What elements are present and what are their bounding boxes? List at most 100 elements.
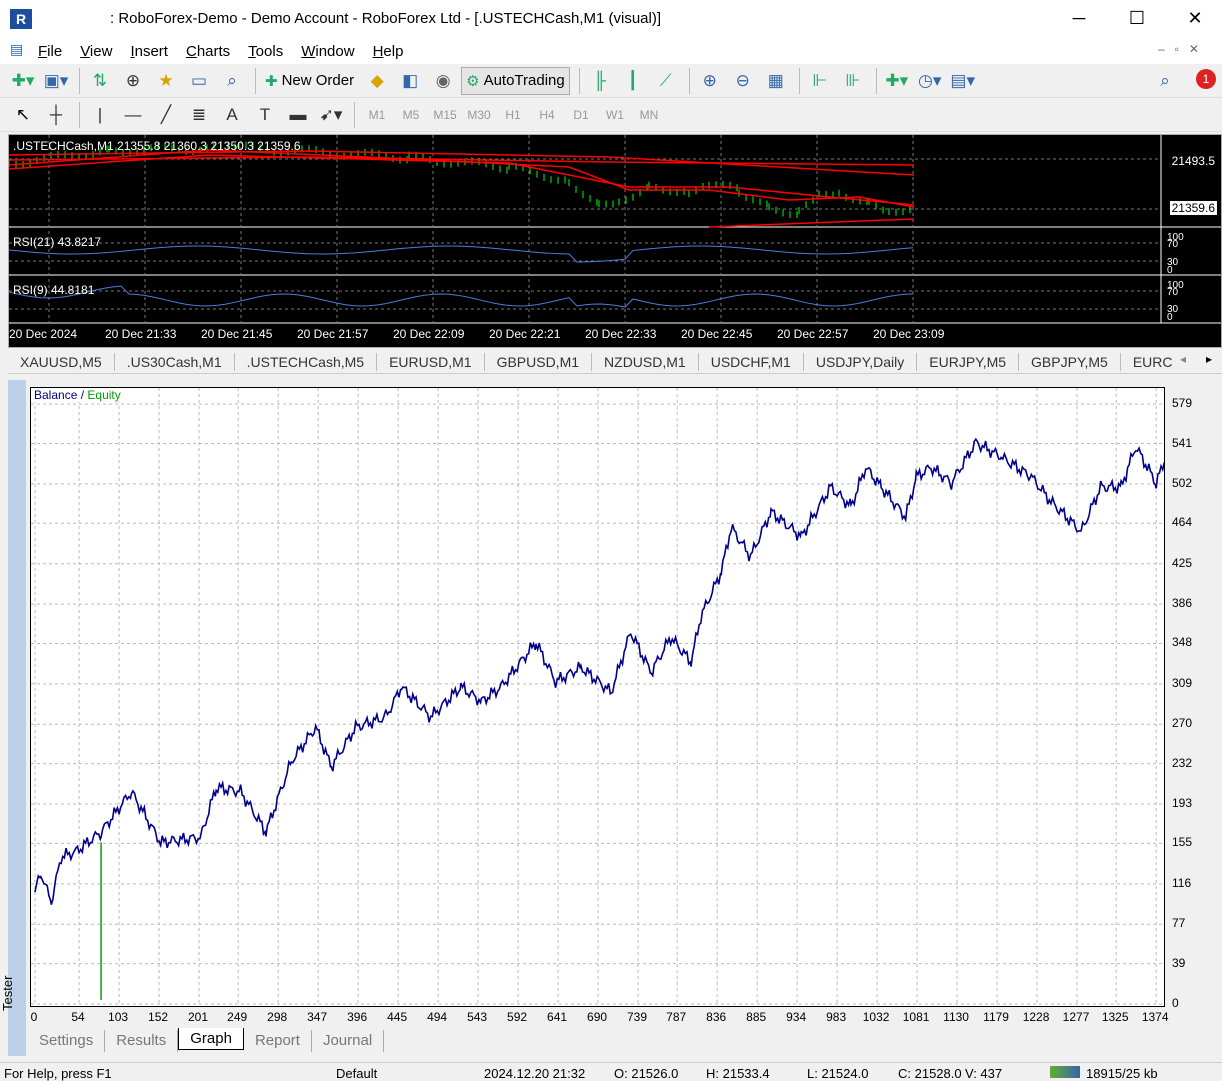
x-tick-label: 934 bbox=[786, 1010, 807, 1024]
new-chart-icon[interactable]: ✚▾ bbox=[8, 67, 38, 95]
child-window-controls[interactable]: – ▫ ✕ bbox=[1158, 42, 1199, 56]
menu-window[interactable]: Window bbox=[301, 43, 354, 60]
y-tick-label: 386 bbox=[1172, 596, 1193, 611]
timeframe-m30[interactable]: M30 bbox=[462, 108, 496, 122]
chart-shift-icon[interactable]: ⊪ bbox=[838, 67, 868, 95]
fibonacci-icon[interactable]: ≣ bbox=[184, 101, 214, 129]
chart-tab[interactable]: EURUSD,M1 bbox=[377, 352, 485, 371]
minimize-button[interactable]: ─ bbox=[1050, 0, 1108, 38]
new-order-icon: ✚ bbox=[265, 72, 278, 90]
chart-tab[interactable]: USDCHF,M1 bbox=[699, 352, 804, 371]
drawing-toolbar: ↖ ┼ | — ╱ ≣ A T ▬ ➹▾ M1 M5 M15 M30 H1 H4… bbox=[0, 98, 1222, 132]
status-volume: V: 437 bbox=[965, 1066, 1003, 1081]
chart-tab[interactable]: .USTECHCash,M5 bbox=[235, 352, 378, 371]
profiles-icon[interactable]: ▣▾ bbox=[41, 67, 71, 95]
horizontal-line-icon[interactable]: — bbox=[118, 101, 148, 129]
chart-tab[interactable]: GBPJPY,M5 bbox=[1019, 352, 1121, 371]
close-button[interactable]: ✕ bbox=[1166, 0, 1222, 38]
status-datetime: 2024.12.20 21:32 bbox=[484, 1066, 586, 1081]
separator bbox=[578, 67, 580, 94]
terminal-icon[interactable]: ▭ bbox=[184, 67, 214, 95]
time-axis-label: 20 Dec 22:21 bbox=[489, 327, 561, 341]
chart-tab[interactable]: GBPUSD,M1 bbox=[485, 352, 593, 371]
zoom-out-icon[interactable]: ⊖ bbox=[728, 67, 758, 95]
text-label-icon[interactable]: T bbox=[250, 101, 280, 129]
price-chart[interactable]: .USTECHCash,M1 21355.8 21360.3 21350.3 2… bbox=[8, 134, 1222, 348]
text-icon[interactable]: A bbox=[217, 101, 247, 129]
x-tick-label: 641 bbox=[547, 1010, 568, 1024]
x-tick-label: 543 bbox=[467, 1010, 488, 1024]
signals-icon[interactable]: ◉ bbox=[428, 67, 458, 95]
chart-tab[interactable]: EURJPY,M5 bbox=[917, 352, 1020, 371]
tile-windows-icon[interactable]: ▦ bbox=[761, 67, 791, 95]
data-window-icon[interactable]: ⊕ bbox=[118, 67, 148, 95]
vertical-line-icon[interactable]: | bbox=[85, 101, 115, 129]
timeframe-h4[interactable]: H4 bbox=[530, 108, 564, 122]
x-tick-label: 1179 bbox=[983, 1010, 1009, 1024]
chart-tab[interactable]: USDJPY,Daily bbox=[804, 352, 918, 371]
navigator-icon[interactable]: ★ bbox=[151, 67, 181, 95]
cursor-icon[interactable]: ↖ bbox=[8, 101, 38, 129]
periods-icon[interactable]: ◷▾ bbox=[915, 67, 945, 95]
candlesticks-icon[interactable]: ┃ bbox=[618, 67, 648, 95]
y-tick-label: 270 bbox=[1172, 716, 1193, 731]
metaeditor-icon[interactable]: ◆ bbox=[362, 67, 392, 95]
y-tick-label: 579 bbox=[1172, 396, 1193, 411]
app-logo-icon: R bbox=[10, 9, 32, 29]
mql5-community-icon[interactable]: ◧ bbox=[395, 67, 425, 95]
chart-tab[interactable]: EURC bbox=[1121, 353, 1185, 371]
autotrading-button[interactable]: ⚙ AutoTrading bbox=[461, 66, 570, 95]
menu-help[interactable]: Help bbox=[373, 43, 404, 60]
separator bbox=[798, 67, 800, 94]
maximize-button[interactable]: ☐ bbox=[1108, 0, 1166, 38]
tab-settings[interactable]: Settings bbox=[28, 1030, 106, 1052]
crosshair-icon[interactable]: ┼ bbox=[41, 101, 71, 129]
balance-line bbox=[34, 437, 1164, 905]
arrows-icon[interactable]: ➹▾ bbox=[316, 101, 346, 129]
rsi9-level-70: 70 bbox=[1167, 287, 1179, 298]
chart-tab[interactable]: .US30Cash,M1 bbox=[115, 352, 235, 371]
timeframe-m15[interactable]: M15 bbox=[428, 108, 462, 122]
title-bar: R : RoboForex-Demo - Demo Account - Robo… bbox=[0, 0, 1222, 38]
autotrading-icon: ⚙ bbox=[466, 72, 480, 90]
market-watch-icon[interactable]: ⇅ bbox=[85, 67, 115, 95]
indicators-icon[interactable]: ✚▾ bbox=[882, 67, 912, 95]
timeframe-d1[interactable]: D1 bbox=[564, 108, 598, 122]
tab-results[interactable]: Results bbox=[105, 1030, 179, 1052]
timeframe-m5[interactable]: M5 bbox=[394, 108, 428, 122]
timeframe-m1[interactable]: M1 bbox=[360, 108, 394, 122]
y-tick-label: 425 bbox=[1172, 555, 1193, 570]
notification-badge[interactable]: 1 bbox=[1196, 69, 1216, 89]
line-chart-icon[interactable]: ⟋ bbox=[651, 67, 681, 95]
search-icon[interactable]: ⌕ bbox=[1150, 67, 1180, 95]
zoom-in-icon[interactable]: ⊕ bbox=[695, 67, 725, 95]
tab-report[interactable]: Report bbox=[244, 1030, 312, 1052]
tab-graph[interactable]: Graph bbox=[178, 1028, 244, 1050]
strategy-tester-icon[interactable]: ⌕ bbox=[217, 67, 247, 95]
tab-journal[interactable]: Journal bbox=[312, 1030, 385, 1052]
trendline-icon[interactable]: ╱ bbox=[151, 101, 181, 129]
menu-charts[interactable]: Charts bbox=[186, 43, 230, 60]
x-tick-label: 494 bbox=[427, 1010, 448, 1024]
menu-file[interactable]: File bbox=[38, 43, 62, 60]
menu-insert[interactable]: Insert bbox=[130, 43, 168, 60]
new-order-button[interactable]: ✚ New Order bbox=[261, 67, 358, 95]
rectangle-icon[interactable]: ▬ bbox=[283, 101, 313, 129]
timeframe-mn[interactable]: MN bbox=[632, 108, 666, 122]
chart-tab[interactable]: NZDUSD,M1 bbox=[592, 352, 699, 371]
separator bbox=[688, 67, 690, 94]
x-tick-label: 836 bbox=[706, 1010, 727, 1024]
x-tick-label: 885 bbox=[746, 1010, 767, 1024]
timeframe-h1[interactable]: H1 bbox=[496, 108, 530, 122]
timeframe-w1[interactable]: W1 bbox=[598, 108, 632, 122]
menu-view[interactable]: View bbox=[80, 43, 112, 60]
auto-scroll-icon[interactable]: ⊩ bbox=[805, 67, 835, 95]
menu-tools[interactable]: Tools bbox=[248, 43, 283, 60]
tab-scroll-right-icon[interactable]: ▸ bbox=[1206, 352, 1212, 366]
bar-chart-icon[interactable]: ╟ bbox=[585, 67, 615, 95]
x-tick-label: 739 bbox=[627, 1010, 648, 1024]
tab-scroll-left-icon[interactable]: ◂ bbox=[1180, 352, 1186, 366]
templates-icon[interactable]: ▤▾ bbox=[948, 67, 978, 95]
price-high-label: 21493.5 bbox=[1171, 154, 1215, 168]
chart-tab[interactable]: XAUUSD,M5 bbox=[8, 352, 115, 371]
